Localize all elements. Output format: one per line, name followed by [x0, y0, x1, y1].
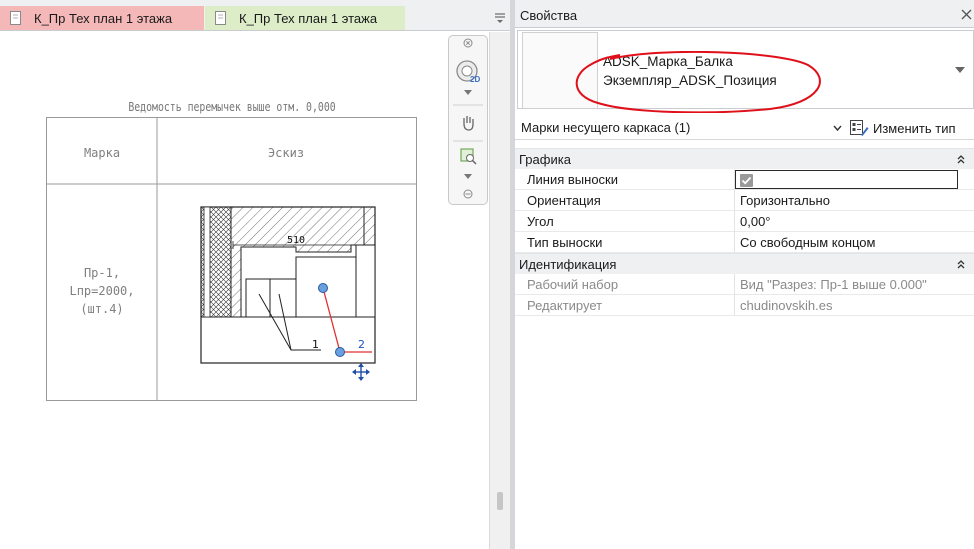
steering-wheel-2d-icon[interactable]: 2D	[454, 58, 482, 86]
type-name: Экземпляр_ADSK_Позиция	[603, 73, 777, 88]
tab-document-1[interactable]: К_Пр Тех план 1 этажа	[0, 6, 204, 30]
edit-type-button[interactable]: Изменить тип	[849, 117, 969, 139]
group-label: Графика	[519, 152, 571, 167]
schedule-title: Ведомость перемычек выше отм. 0,000	[128, 100, 336, 114]
chevron-down-icon[interactable]	[464, 174, 472, 179]
tab-label: К_Пр Тех план 1 этажа	[239, 10, 378, 26]
properties-header: Свойства	[515, 0, 974, 28]
tab-label: К_Пр Тех план 1 этажа	[34, 10, 173, 26]
property-row-orientation[interactable]: Ориентация Горизонтально	[515, 190, 974, 211]
chevron-down-icon[interactable]	[464, 90, 472, 95]
property-name: Линия выноски	[527, 172, 618, 187]
type-family-name: ADSK_Марка_Балка	[603, 54, 733, 69]
scrollbar-thumb[interactable]	[497, 492, 503, 510]
property-value[interactable]: 0,00°	[740, 214, 771, 229]
property-name: Рабочий набор	[527, 277, 619, 292]
leader-end-grip-handle[interactable]	[335, 347, 345, 357]
move-grip-icon[interactable]	[352, 363, 370, 381]
property-name: Угол	[527, 214, 554, 229]
group-graphics[interactable]: Графика	[515, 148, 974, 169]
property-value: chudinovskih.es	[740, 298, 833, 313]
row-mark-line-3: (шт.4)	[80, 302, 123, 316]
separator	[453, 140, 483, 142]
property-name: Редактирует	[527, 298, 603, 313]
separator	[453, 104, 483, 106]
document-icon	[10, 11, 21, 25]
tab-document-2[interactable]: К_Пр Тех план 1 этажа	[205, 6, 405, 30]
document-tab-bar: К_Пр Тех план 1 этажа К_Пр Тех план 1 эт…	[0, 0, 510, 31]
leader-label-1: 1	[312, 338, 319, 351]
close-icon[interactable]	[463, 38, 473, 48]
property-name: Тип выноски	[527, 235, 603, 250]
collapse-icon[interactable]	[956, 154, 966, 164]
chevron-down-icon[interactable]	[955, 66, 965, 74]
properties-grid: Графика Линия выноски Ориентация Горизон…	[515, 148, 974, 316]
vertical-scrollbar[interactable]	[489, 32, 510, 549]
row-mark-line-1: Пр-1,	[84, 266, 120, 280]
options-icon[interactable]	[463, 189, 473, 199]
type-selector[interactable]: ADSK_Марка_Балка Экземпляр_ADSK_Позиция	[517, 30, 974, 113]
group-identity[interactable]: Идентификация	[515, 253, 974, 274]
chevron-down-icon[interactable]	[833, 125, 842, 132]
close-icon[interactable]	[961, 9, 972, 20]
collapse-icon[interactable]	[956, 259, 966, 269]
instance-filter-label: Марки несущего каркаса (1)	[521, 120, 691, 135]
document-icon	[215, 11, 226, 25]
lintel-schedule-table: Марка Эскиз Пр-1, Lпр=2000, (шт.4) 510 1…	[46, 117, 417, 401]
properties-title: Свойства	[520, 8, 578, 23]
property-value[interactable]: Со свободным концом	[740, 235, 875, 250]
edit-type-label: Изменить тип	[873, 120, 956, 136]
property-value[interactable]: Горизонтально	[740, 193, 830, 208]
leader-label-2: 2	[358, 338, 365, 351]
column-header-mark: Марка	[84, 146, 120, 160]
dropdown-menu-icon[interactable]	[494, 12, 506, 24]
type-preview-image	[522, 32, 598, 109]
pan-icon[interactable]	[458, 112, 478, 132]
group-label: Идентификация	[519, 257, 617, 272]
svg-text:2D: 2D	[470, 75, 480, 84]
dimension-label: 510	[287, 235, 305, 246]
property-row-angle[interactable]: Угол 0,00°	[515, 211, 974, 232]
column-header-sketch: Эскиз	[268, 146, 304, 160]
leader-grip-handle[interactable]	[318, 283, 328, 293]
property-row-leader-line[interactable]: Линия выноски	[515, 169, 974, 190]
property-row-workset: Рабочий набор Вид "Разрез: Пр-1 выше 0.0…	[515, 274, 974, 295]
properties-palette: Свойства ADSK_Марка_Балка Экземпляр_ADSK…	[515, 0, 974, 549]
instance-filter[interactable]: Марки несущего каркаса (1) Изменить тип	[515, 116, 974, 140]
property-value-cell[interactable]	[735, 170, 958, 189]
property-row-leader-type[interactable]: Тип выноски Со свободным концом	[515, 232, 974, 253]
row-mark-line-2: Lпр=2000,	[69, 284, 134, 298]
leader-line-checkbox[interactable]	[740, 174, 753, 187]
property-name: Ориентация	[527, 193, 601, 208]
edit-type-icon	[850, 120, 869, 136]
property-row-edited-by: Редактирует chudinovskih.es	[515, 295, 974, 316]
lintel-section-sketch: 510 1 2	[200, 206, 376, 381]
property-value: Вид "Разрез: Пр-1 выше 0.000"	[740, 277, 927, 292]
zoom-region-icon[interactable]	[458, 146, 478, 166]
navigation-bar: 2D	[448, 35, 488, 205]
